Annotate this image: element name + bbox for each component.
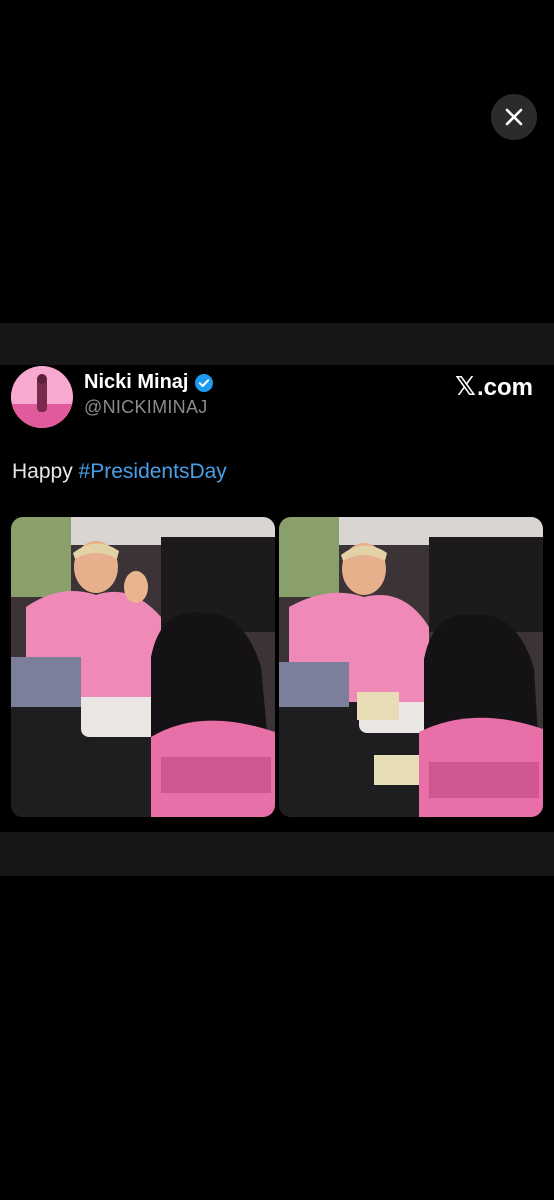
source-logo: 𝕏 .com: [455, 371, 533, 402]
media-photo-1[interactable]: [11, 517, 275, 817]
tweet-screenshot: Nicki Minaj @NICKIMINAJ 𝕏 .com Happy #Pr…: [0, 365, 554, 832]
author-display-name[interactable]: Nicki Minaj: [84, 371, 188, 394]
author-handle[interactable]: @NICKIMINAJ: [84, 397, 208, 418]
avatar[interactable]: [11, 366, 73, 428]
source-logo-text: .com: [476, 374, 533, 401]
x-logo-icon: 𝕏: [455, 371, 476, 401]
media-photo-2[interactable]: [279, 517, 543, 817]
close-button[interactable]: [491, 94, 537, 140]
author-name-row: Nicki Minaj: [84, 371, 214, 394]
image-top-band: [0, 323, 554, 365]
tweet-text: Happy #PresidentsDay: [12, 460, 227, 484]
tweet-text-prefix: Happy: [12, 460, 79, 483]
verified-badge-icon: [195, 373, 214, 392]
hashtag-link[interactable]: #PresidentsDay: [79, 460, 227, 483]
close-icon: [505, 108, 523, 126]
image-bottom-band: [0, 832, 554, 876]
